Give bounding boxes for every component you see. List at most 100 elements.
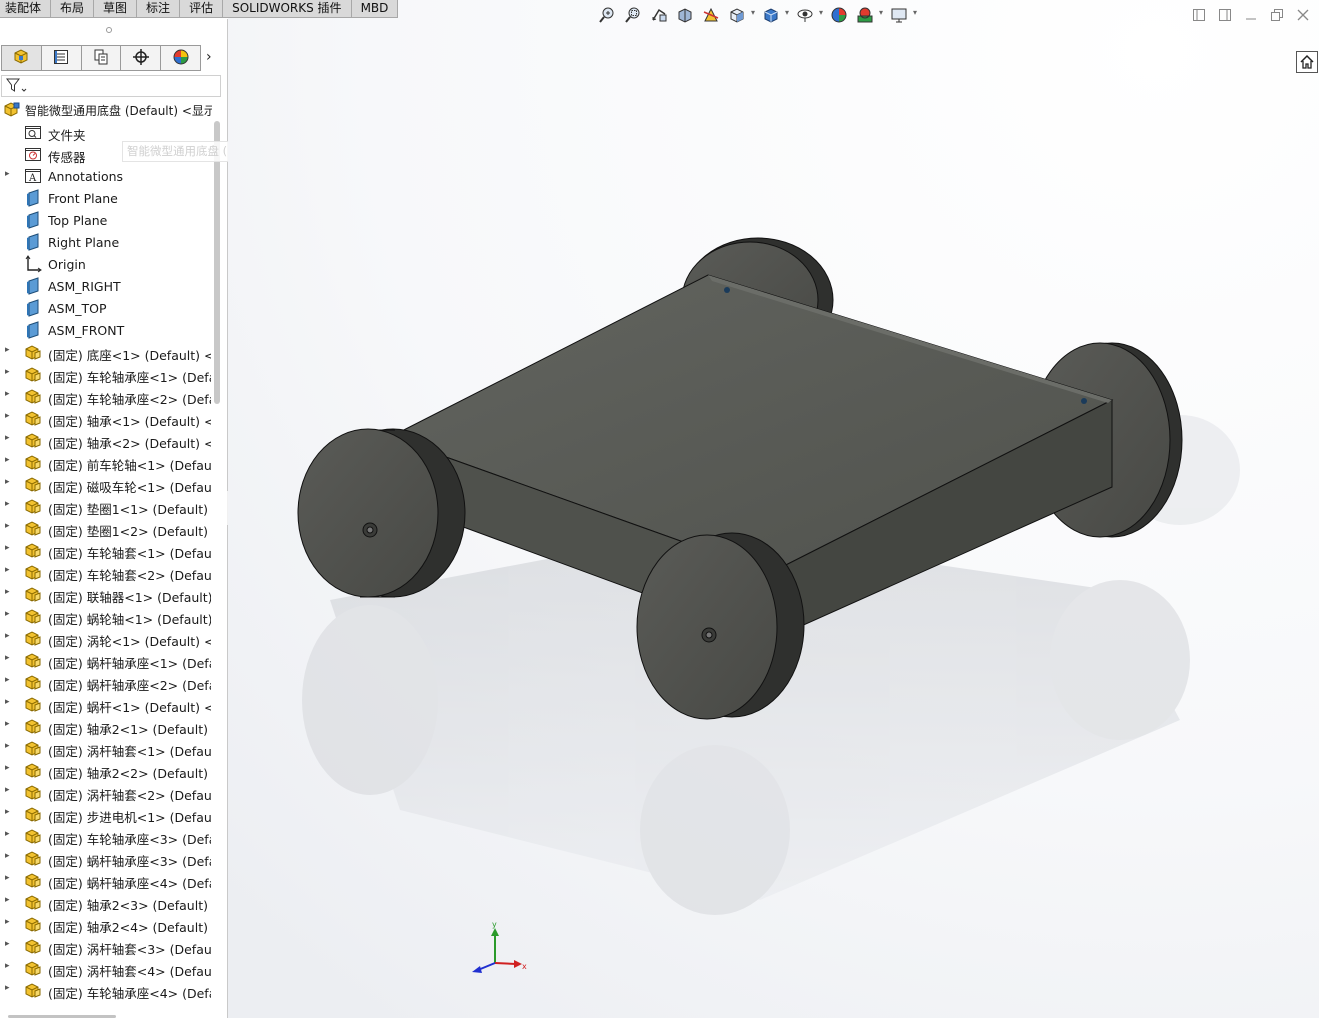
expand-chevron-icon[interactable]: ▸ bbox=[5, 631, 10, 641]
tree-filter-bar[interactable] bbox=[1, 75, 221, 97]
tree-item[interactable]: ▸ (固定) 蜗杆轴承座<1> (Defau bbox=[0, 649, 212, 671]
expand-chevron-icon[interactable]: ▸ bbox=[5, 917, 10, 927]
edit-appearance-button[interactable] bbox=[828, 5, 850, 25]
tree-item[interactable]: ▸ (固定) 轴承2<4> (Default) <· bbox=[0, 913, 212, 935]
tree-item[interactable]: ▸ (固定) 步进电机<1> (Default) bbox=[0, 803, 212, 825]
tree-item[interactable]: ▸ (固定) 涡杆轴套<2> (Default) bbox=[0, 781, 212, 803]
dimxpert-manager-tab[interactable] bbox=[121, 46, 162, 70]
expand-chevron-icon[interactable]: ▸ bbox=[5, 521, 10, 531]
wheel-front-left[interactable] bbox=[297, 428, 466, 598]
zoom-to-fit-button[interactable] bbox=[596, 5, 618, 25]
tree-item[interactable]: ASM_FRONT bbox=[0, 319, 212, 341]
expand-chevron-icon[interactable]: ▸ bbox=[5, 829, 10, 839]
tree-item[interactable]: ▸ (固定) 车轮轴承座<3> (Defau bbox=[0, 825, 212, 847]
expand-chevron-icon[interactable]: ▸ bbox=[5, 983, 10, 993]
expand-chevron-icon[interactable]: ▸ bbox=[5, 433, 10, 443]
display-manager-tab[interactable] bbox=[161, 46, 200, 70]
tree-item[interactable]: ▸ A Annotations bbox=[0, 165, 212, 187]
graphics-area[interactable]: y x bbox=[228, 0, 1319, 1018]
tree-item[interactable]: ▸ (固定) 垫圈1<2> (Default) <· bbox=[0, 517, 212, 539]
section-view-button[interactable] bbox=[674, 5, 696, 25]
expand-chevron-icon[interactable]: ▸ bbox=[5, 411, 10, 421]
tree-item[interactable]: ▸ (固定) 涡轮<1> (Default) << bbox=[0, 627, 212, 649]
feature-manager-tab[interactable] bbox=[2, 46, 42, 70]
panel-split-handle[interactable] bbox=[106, 27, 112, 33]
tree-item[interactable]: ▸ (固定) 蜗杆<1> (Default) << bbox=[0, 693, 212, 715]
tree-item[interactable]: ▸ (固定) 磁吸车轮<1> (Default) bbox=[0, 473, 212, 495]
expand-chevron-icon[interactable]: ▸ bbox=[5, 763, 10, 773]
expand-chevron-icon[interactable]: ▸ bbox=[5, 939, 10, 949]
expand-chevron-icon[interactable]: ▸ bbox=[5, 873, 10, 883]
tree-item[interactable]: ▸ (固定) 车轮轴套<1> (Default) bbox=[0, 539, 212, 561]
tab-assembly[interactable]: 装配体 bbox=[0, 0, 52, 18]
expand-chevron-icon[interactable]: ▸ bbox=[5, 609, 10, 619]
minimize-icon[interactable] bbox=[1242, 6, 1260, 24]
tree-item[interactable]: ▸ (固定) 底座<1> (Default) << bbox=[0, 341, 212, 363]
expand-chevron-icon[interactable]: ▸ bbox=[5, 499, 10, 509]
tree-item[interactable]: Right Plane bbox=[0, 231, 212, 253]
previous-view-button[interactable] bbox=[648, 5, 670, 25]
expand-chevron-icon[interactable]: ▸ bbox=[5, 389, 10, 399]
tree-item[interactable]: ▸ (固定) 涡杆轴套<1> (Default) bbox=[0, 737, 212, 759]
tree-item[interactable]: ▸ (固定) 蜗杆轴承座<3> (Defau bbox=[0, 847, 212, 869]
tab-evaluate[interactable]: 评估 bbox=[180, 0, 224, 18]
view-orientation-button[interactable] bbox=[726, 5, 755, 25]
tab-mbd[interactable]: MBD bbox=[351, 0, 399, 18]
tree-item[interactable]: ASM_TOP bbox=[0, 297, 212, 319]
expand-chevron-icon[interactable]: ▸ bbox=[5, 851, 10, 861]
tree-item[interactable]: ▸ (固定) 车轮轴套<2> (Default) bbox=[0, 561, 212, 583]
tree-item[interactable]: Origin bbox=[0, 253, 212, 275]
expand-chevron-icon[interactable]: ▸ bbox=[5, 477, 10, 487]
tree-item[interactable]: ▸ (固定) 车轮轴承座<1> (Defau bbox=[0, 363, 212, 385]
tree-item[interactable]: ▸ (固定) 轴承<2> (Default) << bbox=[0, 429, 212, 451]
home-view-button[interactable] bbox=[1296, 51, 1318, 73]
tree-item[interactable]: Front Plane bbox=[0, 187, 212, 209]
expand-chevron-icon[interactable]: ▸ bbox=[5, 367, 10, 377]
expand-chevron-icon[interactable]: ▸ bbox=[5, 455, 10, 465]
tree-item[interactable]: ▸ (固定) 轴承<1> (Default) << bbox=[0, 407, 212, 429]
apply-scene-button[interactable] bbox=[854, 5, 883, 25]
dynamic-annotation-button[interactable] bbox=[700, 5, 722, 25]
expand-chevron-icon[interactable]: ▸ bbox=[5, 653, 10, 663]
tree-item[interactable]: ▸ (固定) 涡杆轴套<3> (Default) bbox=[0, 935, 212, 957]
tab-markup[interactable]: 标注 bbox=[137, 0, 181, 18]
tree-root-assembly[interactable]: 智能微型通用底盘 (Default) <显示 bbox=[0, 99, 212, 119]
tree-item[interactable]: ▸ (固定) 轴承2<1> (Default) <· bbox=[0, 715, 212, 737]
expand-chevron-icon[interactable]: ▸ bbox=[5, 961, 10, 971]
tree-item[interactable]: ▸ (固定) 涡杆轴套<4> (Default) bbox=[0, 957, 212, 979]
model-scene[interactable] bbox=[228, 0, 1319, 1018]
tree-item[interactable]: ▸ (固定) 垫圈1<1> (Default) <· bbox=[0, 495, 212, 517]
zoom-to-area-button[interactable] bbox=[622, 5, 644, 25]
tree-item[interactable]: Top Plane bbox=[0, 209, 212, 231]
expand-chevron-icon[interactable]: ▸ bbox=[5, 169, 10, 179]
configuration-manager-tab[interactable] bbox=[82, 46, 122, 70]
expand-chevron-icon[interactable]: ▸ bbox=[5, 345, 10, 355]
tree-item[interactable]: ▸ (固定) 联轴器<1> (Default) < bbox=[0, 583, 212, 605]
display-style-button[interactable] bbox=[760, 5, 789, 25]
tree-item[interactable]: 文件夹 bbox=[0, 121, 212, 143]
expand-chevron-icon[interactable]: ▸ bbox=[5, 807, 10, 817]
expand-chevron-icon[interactable]: ▸ bbox=[5, 587, 10, 597]
tree-item[interactable]: ▸ (固定) 前车轮轴<1> (Default) bbox=[0, 451, 212, 473]
tree-item[interactable]: ASM_RIGHT bbox=[0, 275, 212, 297]
hide-show-items-button[interactable] bbox=[794, 5, 823, 25]
expand-chevron-icon[interactable]: ▸ bbox=[5, 719, 10, 729]
tab-layout[interactable]: 布局 bbox=[51, 0, 95, 18]
expand-chevron-icon[interactable]: ▸ bbox=[5, 741, 10, 751]
tree-item[interactable]: ▸ (固定) 蜗杆轴承座<4> (Defau bbox=[0, 869, 212, 891]
tree-item[interactable]: ▸ (固定) 轴承2<3> (Default) <· bbox=[0, 891, 212, 913]
tree-vertical-scrollbar[interactable] bbox=[214, 121, 220, 404]
expand-chevron-icon[interactable]: ▸ bbox=[5, 565, 10, 575]
tile-right-icon[interactable] bbox=[1216, 6, 1234, 24]
expand-chevron-icon[interactable]: ▸ bbox=[5, 543, 10, 553]
tile-left-icon[interactable] bbox=[1190, 6, 1208, 24]
tree-item[interactable]: ▸ (固定) 蜗轮轴<1> (Default) < bbox=[0, 605, 212, 627]
tree-item[interactable]: ▸ (固定) 车轮轴承座<4> (Defau bbox=[0, 979, 212, 1001]
property-manager-tab[interactable] bbox=[42, 46, 82, 70]
tab-sketch[interactable]: 草图 bbox=[94, 0, 138, 18]
wheel-front-right[interactable] bbox=[636, 532, 805, 720]
expand-chevron-icon[interactable]: ▸ bbox=[5, 697, 10, 707]
expand-chevron-icon[interactable]: ▸ bbox=[5, 895, 10, 905]
close-icon[interactable] bbox=[1294, 6, 1312, 24]
tree-item[interactable]: ▸ (固定) 轴承2<2> (Default) <· bbox=[0, 759, 212, 781]
